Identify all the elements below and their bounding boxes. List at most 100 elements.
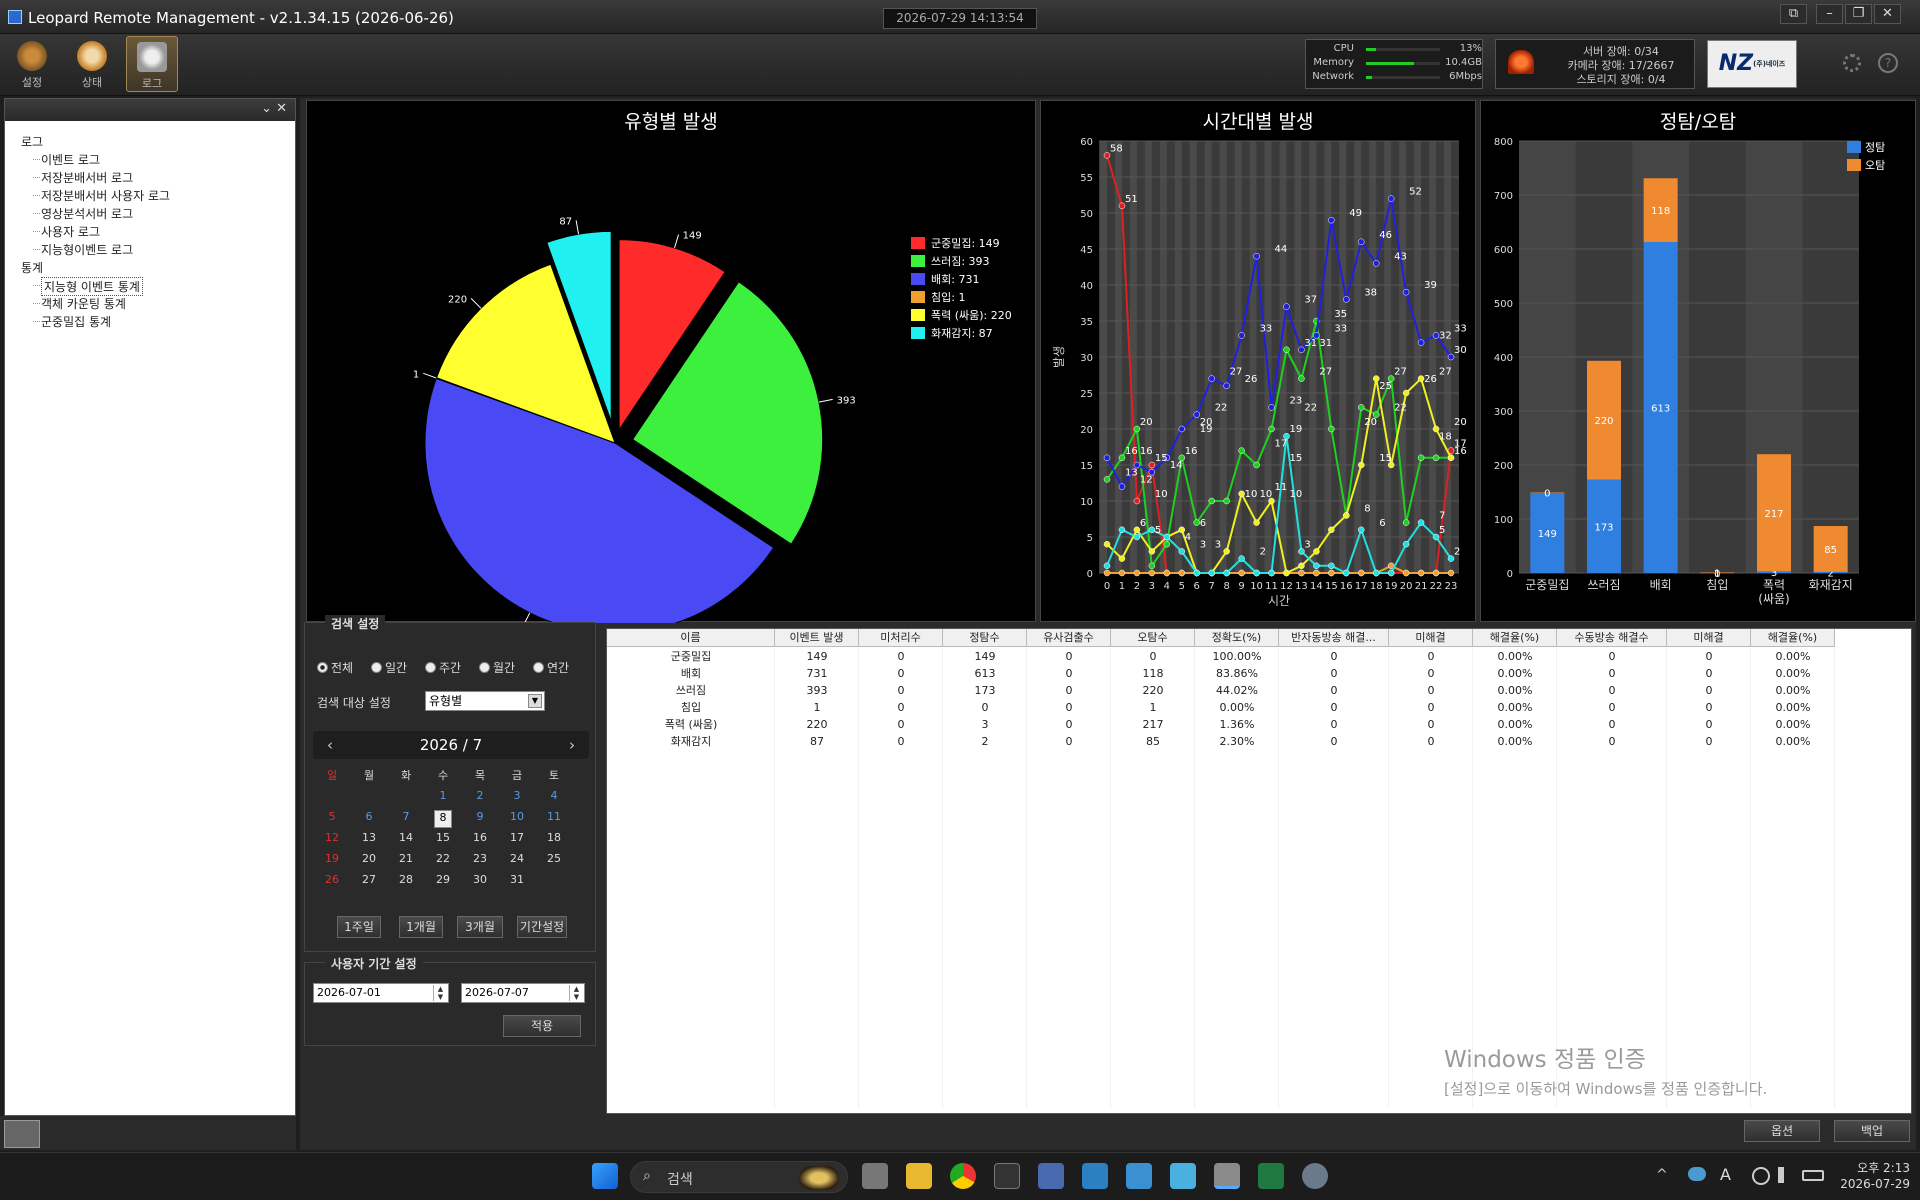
data-point[interactable] (1148, 569, 1156, 577)
data-point[interactable] (1328, 526, 1335, 534)
calendar-day[interactable]: 14 (391, 831, 421, 849)
notepad-icon[interactable] (1170, 1163, 1196, 1189)
data-point[interactable] (1283, 346, 1290, 354)
data-point[interactable] (1253, 519, 1260, 526)
data-point[interactable] (1417, 519, 1425, 526)
calendar-day[interactable]: 24 (502, 852, 532, 870)
calendar-day[interactable]: 28 (391, 873, 421, 891)
speaker-icon[interactable] (1778, 1167, 1794, 1183)
data-point[interactable] (1343, 569, 1350, 577)
data-point[interactable] (1313, 548, 1320, 555)
sidebar-item[interactable]: 저장분배서버 사용자 로그 (41, 187, 170, 204)
data-point[interactable] (1417, 339, 1425, 346)
calendar-day[interactable]: 31 (502, 873, 532, 891)
apply-button[interactable]: 적용 (503, 1015, 581, 1037)
data-point[interactable] (1103, 476, 1111, 483)
data-point[interactable] (1148, 548, 1156, 555)
chrome-icon[interactable] (950, 1163, 976, 1189)
gear-icon[interactable] (4, 1120, 40, 1148)
calendar-day[interactable]: 18 (539, 831, 569, 849)
data-point[interactable] (1223, 569, 1230, 577)
ime-indicator[interactable]: A (1720, 1165, 1731, 1184)
data-point[interactable] (1163, 540, 1171, 548)
calendar-day[interactable]: 20 (354, 852, 384, 870)
calendar-day[interactable]: 13 (354, 831, 384, 849)
column-header[interactable]: 미처리수 (859, 629, 943, 647)
data-point[interactable] (1223, 548, 1230, 555)
data-point[interactable] (1358, 404, 1365, 411)
column-header[interactable]: 수동방송 해결수 (1557, 629, 1667, 647)
data-point[interactable] (1402, 288, 1410, 296)
sidebar-header[interactable]: ⌄ ✕ (5, 99, 295, 121)
data-point[interactable] (1328, 569, 1335, 577)
data-point[interactable] (1223, 382, 1230, 390)
sidebar-item[interactable]: 사용자 로그 (41, 223, 100, 240)
calendar-day[interactable]: 16 (465, 831, 495, 849)
calendar-day[interactable]: 21 (391, 852, 421, 870)
calendar-day[interactable]: 22 (428, 852, 458, 870)
sidebar-item[interactable]: 로그 (21, 133, 43, 150)
calendar-day[interactable]: 7 (391, 810, 421, 828)
end-date-field[interactable]: 2026-07-07 ▲ ▼ (461, 983, 585, 1003)
calendar-day[interactable]: 15 (428, 831, 458, 849)
chevron-right-icon[interactable]: › (569, 731, 575, 759)
calendar-day[interactable]: 25 (539, 852, 569, 870)
calendar-day[interactable]: 29 (428, 873, 458, 891)
data-point[interactable] (1402, 569, 1410, 577)
data-point[interactable] (1283, 303, 1290, 310)
minimize-button[interactable]: – (1816, 4, 1843, 24)
column-header[interactable]: 미해결 (1667, 629, 1751, 647)
column-header[interactable]: 유사검출수 (1027, 629, 1111, 647)
data-point[interactable] (1238, 555, 1245, 562)
options-button[interactable]: 옵션 (1744, 1120, 1820, 1142)
monitor-app-icon[interactable] (1082, 1163, 1108, 1189)
column-header[interactable]: 이름 (607, 629, 775, 647)
terminal-icon[interactable] (994, 1163, 1020, 1189)
data-point[interactable] (1298, 569, 1305, 577)
data-point[interactable] (1268, 404, 1275, 411)
sidebar-item[interactable]: 지능형이벤트 로그 (41, 241, 133, 258)
data-point[interactable] (1358, 461, 1365, 469)
data-point[interactable] (1268, 569, 1275, 577)
data-point[interactable] (1163, 533, 1171, 541)
data-point[interactable] (1103, 454, 1111, 462)
data-point[interactable] (1372, 569, 1380, 577)
sidebar-item[interactable]: 이벤트 로그 (41, 151, 100, 168)
calendar-day[interactable]: 30 (465, 873, 495, 891)
calendar-day[interactable]: 11 (539, 810, 569, 828)
data-point[interactable] (1268, 425, 1275, 433)
data-point[interactable] (1343, 296, 1350, 303)
data-point[interactable] (1358, 526, 1365, 534)
alarm-panel[interactable]: 서버 장애: 0/34 카메라 장애: 17/2667 스토리지 장애: 0/4 (1495, 39, 1695, 89)
taskbar-date[interactable]: 2026-07-29 (1830, 1177, 1910, 1191)
data-point[interactable] (1118, 555, 1126, 562)
toolbar-log-button[interactable]: 로그 (126, 36, 178, 92)
data-point[interactable] (1402, 389, 1410, 397)
calendar-day[interactable]: 1 (428, 789, 458, 807)
data-point[interactable] (1133, 497, 1141, 505)
week-button[interactable]: 1주일 (337, 916, 381, 938)
data-point[interactable] (1238, 447, 1245, 454)
data-point[interactable] (1133, 569, 1141, 577)
calendar-day[interactable]: 26 (317, 873, 347, 891)
data-point[interactable] (1372, 260, 1380, 267)
help-icon[interactable]: ? (1878, 53, 1898, 73)
data-point[interactable] (1328, 562, 1335, 570)
data-point[interactable] (1178, 569, 1186, 577)
column-header[interactable]: 정확도(%) (1195, 629, 1279, 647)
remote-desktop-icon[interactable] (1038, 1163, 1064, 1189)
data-point[interactable] (1432, 569, 1440, 577)
leopard-app-icon[interactable] (1214, 1163, 1240, 1189)
sidebar-item[interactable]: 저장분배서버 로그 (41, 169, 133, 186)
chevron-up-icon[interactable]: ^ (1656, 1167, 1668, 1183)
calendar-day[interactable]: 4 (539, 789, 569, 807)
excel-icon[interactable] (1258, 1163, 1284, 1189)
cloud-icon[interactable] (1688, 1167, 1706, 1181)
spinner-icon[interactable]: ▲ ▼ (569, 985, 583, 1001)
calendar-day[interactable]: 27 (354, 873, 384, 891)
data-point[interactable] (1253, 569, 1260, 577)
data-point[interactable] (1253, 252, 1260, 260)
taskbar-search[interactable]: ⌕ 검색 (630, 1161, 848, 1193)
column-header[interactable]: 미해결 (1389, 629, 1473, 647)
data-point[interactable] (1402, 540, 1410, 548)
